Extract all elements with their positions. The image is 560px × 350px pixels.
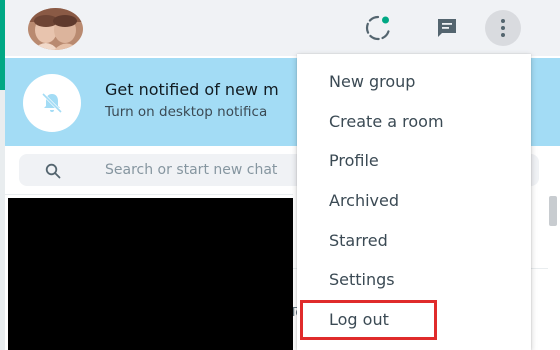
menu-item-new-group[interactable]: New group [297, 62, 531, 102]
new-chat-icon[interactable] [429, 10, 465, 46]
search-icon[interactable] [45, 163, 61, 183]
menu-item-settings[interactable]: Settings [297, 260, 531, 300]
sidebar-header [5, 0, 560, 56]
main-menu-dropdown: New group Create a room Profile Archived… [297, 54, 531, 350]
menu-item-create-room[interactable]: Create a room [297, 102, 531, 142]
whatsapp-web-app: Get notified of new m Turn on desktop no… [0, 0, 560, 350]
profile-photo-icon [28, 8, 83, 50]
banner-subtitle[interactable]: Turn on desktop notifica [105, 104, 267, 120]
avatar[interactable] [28, 8, 83, 50]
video-overlay [8, 198, 293, 350]
menu-item-log-out[interactable]: Log out [297, 300, 531, 340]
banner-title: Get notified of new m [105, 80, 279, 99]
menu-item-starred[interactable]: Starred [297, 221, 531, 261]
menu-icon[interactable] [485, 10, 521, 46]
menu-item-profile[interactable]: Profile [297, 141, 531, 181]
status-dot [382, 16, 389, 24]
status-icon[interactable] [360, 10, 396, 46]
chat-list-scrollbar[interactable] [549, 196, 557, 226]
menu-item-archived[interactable]: Archived [297, 181, 531, 221]
bell-off-icon [23, 74, 81, 132]
